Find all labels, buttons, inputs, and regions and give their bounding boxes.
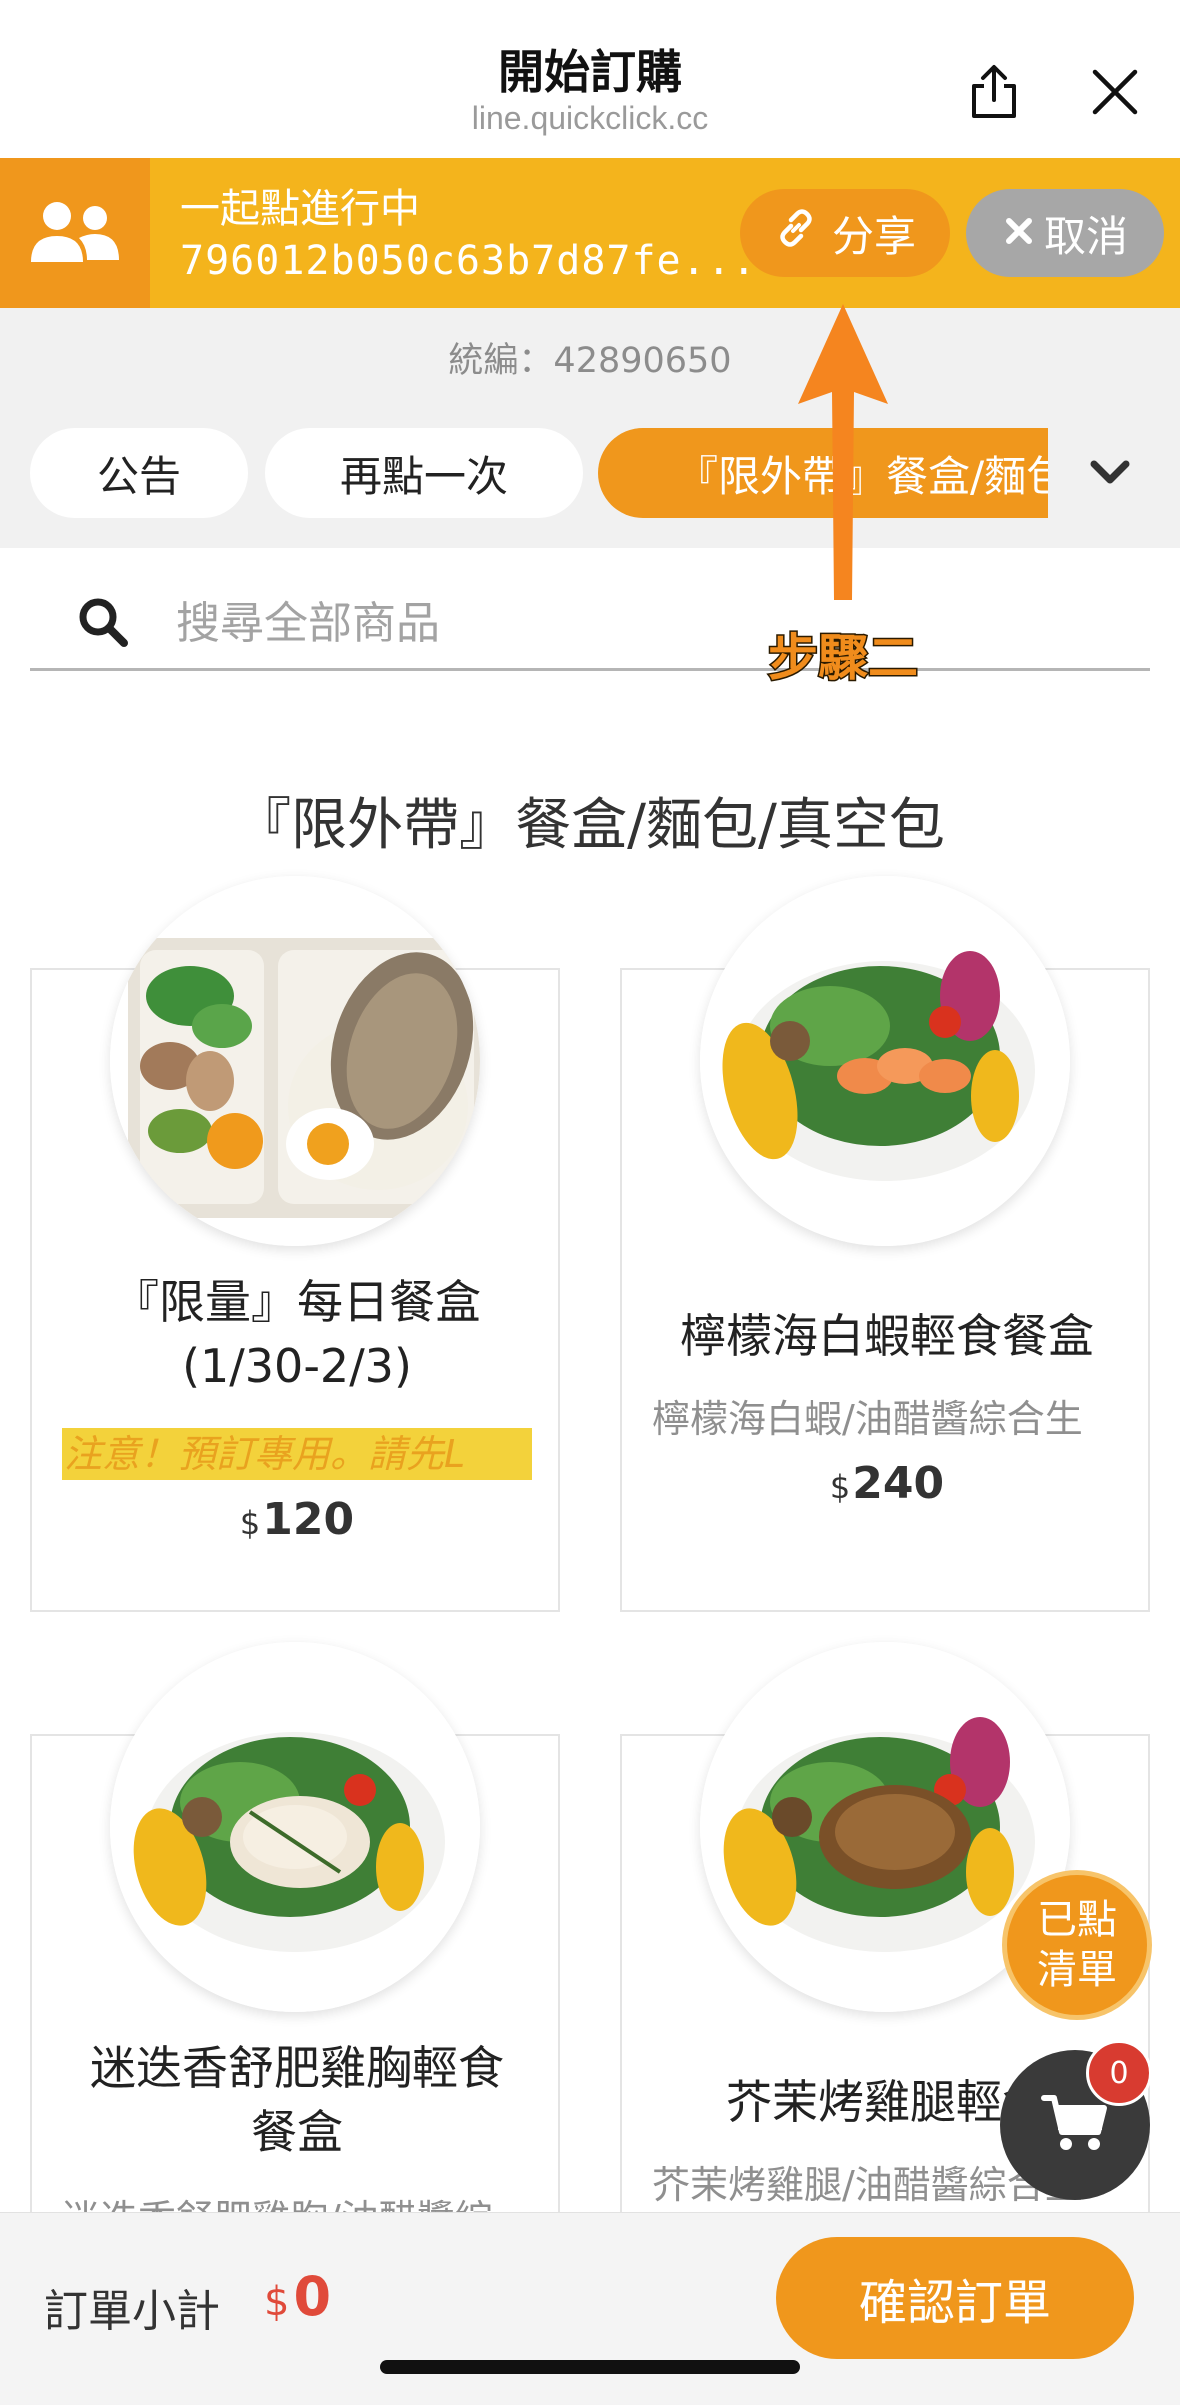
- tab-label: 再點一次: [339, 451, 508, 501]
- search-input[interactable]: [176, 590, 1076, 656]
- price-value: 240: [852, 1458, 945, 1509]
- annotation-label: 步驟二: [767, 628, 920, 689]
- product-image[interactable]: [110, 1642, 480, 2012]
- cart-icon: [1040, 2092, 1110, 2158]
- product-notice: 注意！預訂專用。請先L: [62, 1428, 532, 1480]
- ordered-list-button[interactable]: 已點 清單: [1002, 1870, 1152, 2020]
- group-order-status: 一起點進行中: [180, 186, 420, 232]
- category-bar: 統編：42890650 公告 再點一次 『限外帶』餐盒/麵包/真空包: [0, 308, 1180, 548]
- share-out-icon[interactable]: [964, 62, 1024, 122]
- product-name-line2: (1/30-2/3): [182, 1339, 412, 1393]
- product-image[interactable]: [700, 876, 1070, 1246]
- search-icon: [76, 595, 130, 649]
- product-name-line2: 餐盒: [251, 2105, 343, 2159]
- group-users-icon: [0, 158, 150, 308]
- section-title: 『限外帶』餐盒/麵包/真空包: [235, 793, 945, 858]
- group-order-code: 796012b050c63b7d87fe...: [180, 238, 757, 284]
- product-name: 『限量』每日餐盒: [113, 1275, 481, 1329]
- product-name: 檸檬海白蝦輕食餐盒: [680, 1309, 1094, 1363]
- share-button[interactable]: 分享: [740, 189, 950, 277]
- product-name: 迷迭香舒肥雞胸輕食: [90, 2041, 504, 2095]
- cart-count-badge: 0: [1086, 2040, 1152, 2106]
- order-footer: 訂單小計 $0 確認訂單: [0, 2212, 1180, 2405]
- share-button-label: 分享: [831, 211, 916, 261]
- group-order-banner: 一起點進行中 796012b050c63b7d87fe... 分享 取消: [0, 158, 1180, 308]
- product-price: $240: [622, 1458, 1152, 1509]
- product-description: 檸檬海白蝦/油醋醬綜合生: [652, 1397, 1083, 1441]
- confirm-order-label: 確認訂單: [858, 2275, 1051, 2331]
- tab-reorder[interactable]: 再點一次: [265, 428, 583, 518]
- product-image[interactable]: [110, 876, 480, 1246]
- cancel-x-icon: [1002, 209, 1036, 258]
- ordered-list-label-line2: 清單: [1037, 1947, 1117, 1993]
- price-value: 120: [262, 1494, 355, 1545]
- home-indicator: [380, 2360, 800, 2374]
- subtotal-amount: 0: [293, 2265, 332, 2328]
- ordered-list-label-line1: 已點: [1037, 1897, 1117, 1943]
- subtotal-value: $0: [264, 2265, 331, 2328]
- tax-id: 統編：42890650: [448, 341, 732, 381]
- currency-symbol: $: [239, 1504, 261, 1542]
- subtotal-label: 訂單小計: [44, 2286, 220, 2337]
- close-icon[interactable]: [1085, 62, 1145, 122]
- cancel-button-label: 取消: [1043, 211, 1128, 261]
- tab-label: 公告: [96, 451, 181, 501]
- product-price: $120: [32, 1494, 562, 1545]
- chevron-down-icon[interactable]: [1080, 448, 1140, 498]
- tab-announcement[interactable]: 公告: [30, 428, 248, 518]
- search-underline: [30, 668, 1150, 671]
- link-icon: [774, 206, 818, 260]
- app-header: 開始訂購 line.quickclick.cc: [0, 0, 1180, 158]
- confirm-order-button[interactable]: 確認訂單: [776, 2237, 1134, 2359]
- currency-symbol: $: [829, 1468, 851, 1506]
- cancel-button[interactable]: 取消: [966, 189, 1164, 277]
- currency-symbol: $: [264, 2279, 290, 2325]
- annotation-arrow-icon: [788, 300, 898, 610]
